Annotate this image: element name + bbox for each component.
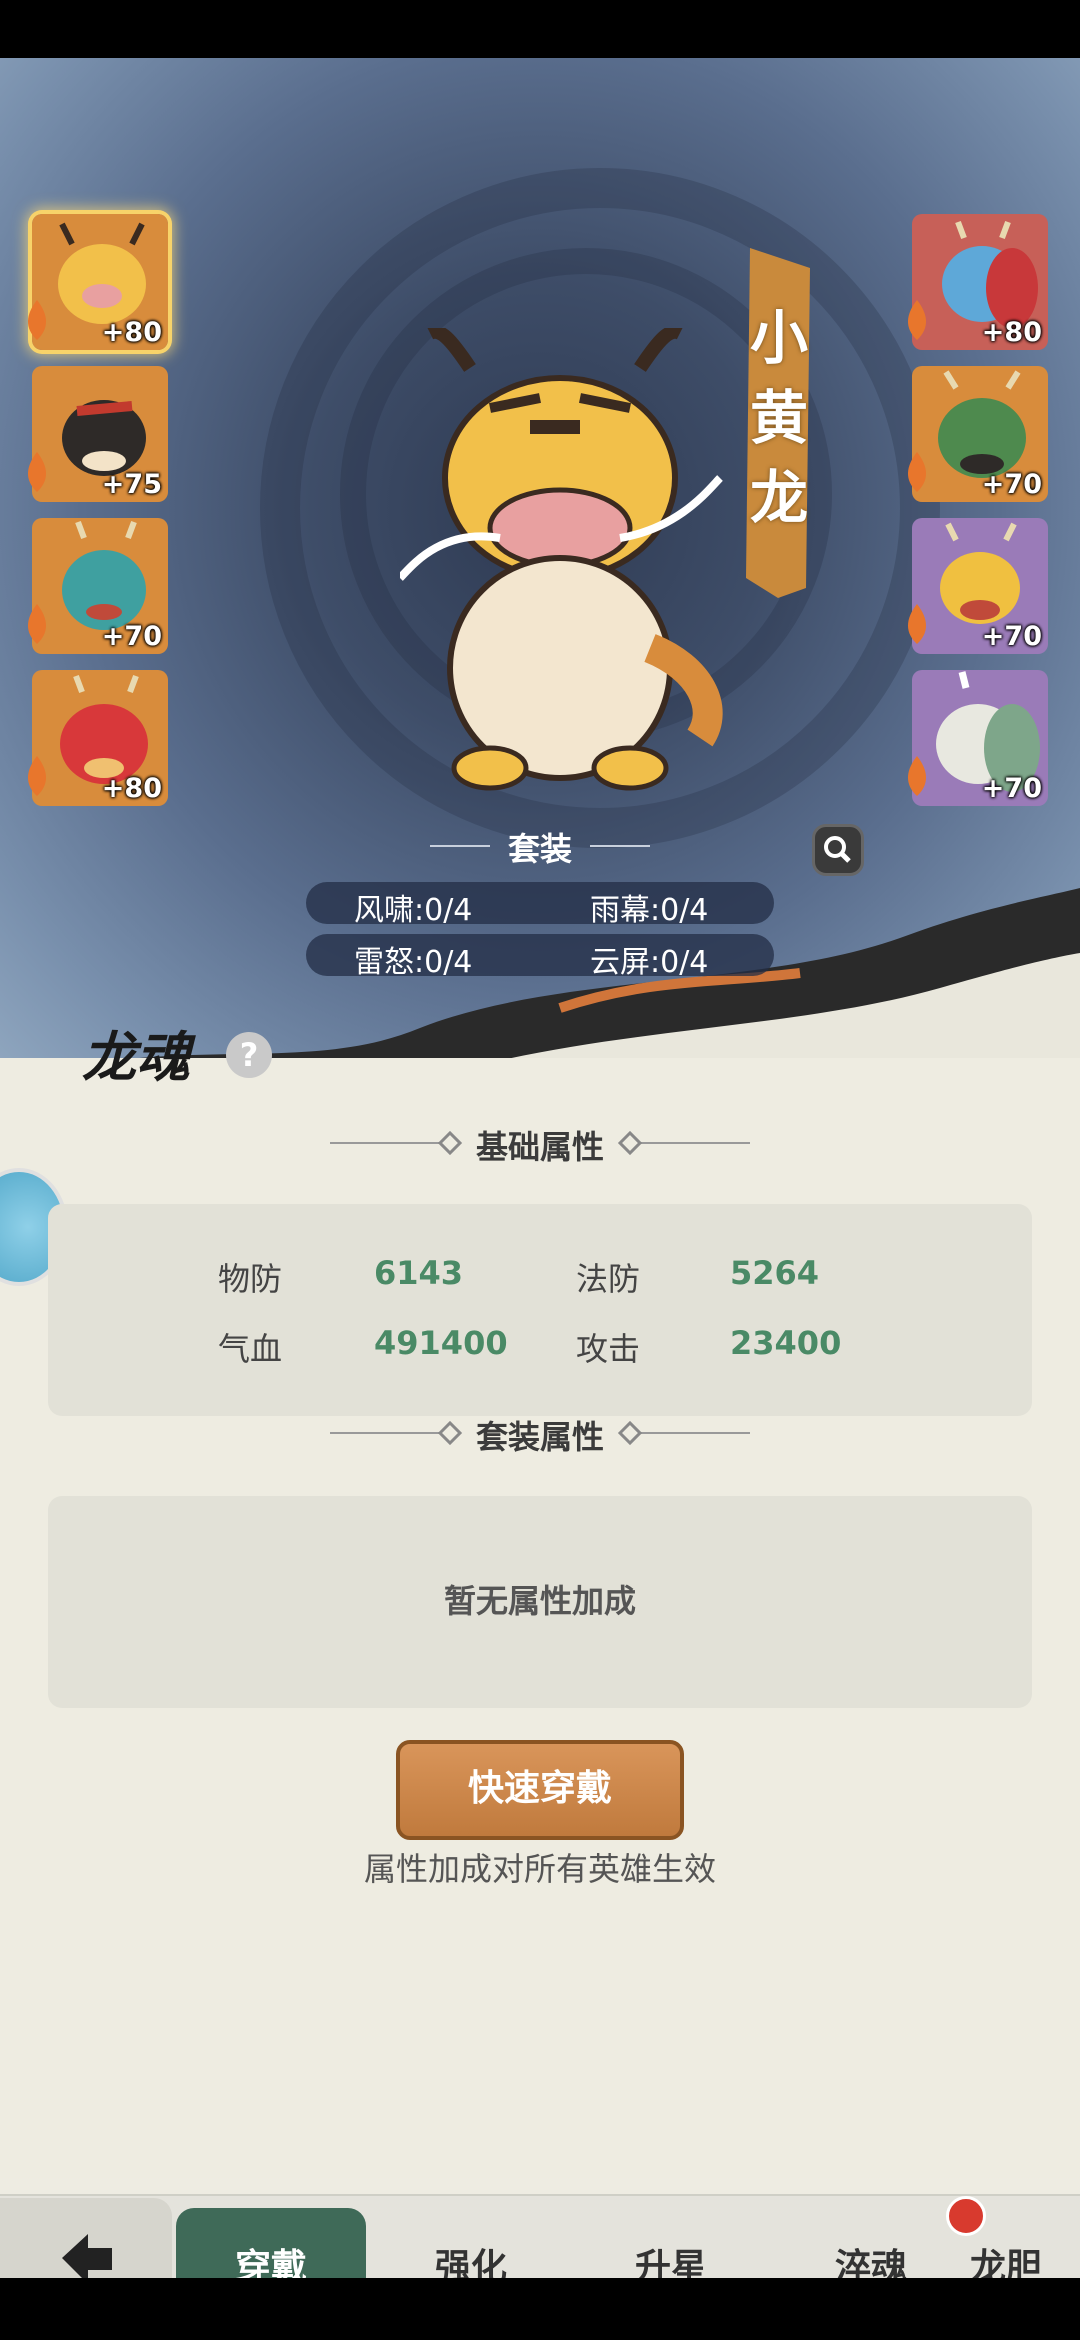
quick-equip-button[interactable]: 快速穿戴 <box>396 1740 684 1840</box>
mdef-value: 5264 <box>730 1254 820 1292</box>
dragon-soul-title: 龙魂 <box>82 1025 190 1089</box>
back-button[interactable] <box>0 2198 172 2278</box>
tab-equip[interactable]: 穿戴 <box>176 2208 366 2278</box>
set-yumu: 雨幕:0/4 <box>590 893 709 928</box>
slot-level: +70 <box>981 621 1042 652</box>
hero-dragon-character[interactable] <box>400 328 730 798</box>
tab-enhance[interactable]: 强化 <box>376 2208 566 2278</box>
soul-slot-6[interactable]: +70 <box>912 366 1048 502</box>
search-icon <box>824 836 851 863</box>
base-attr-title: 基础属性 <box>475 1128 604 1166</box>
slot-level: +75 <box>101 469 162 500</box>
set-attr-panel: 暂无属性加成 <box>48 1496 1032 1708</box>
soul-slot-8[interactable]: +70 <box>912 670 1048 806</box>
bonus-hint: 属性加成对所有英雄生效 <box>363 1850 716 1888</box>
set-leinu: 雷怒:0/4 <box>354 945 473 980</box>
base-attr-header: 基础属性 <box>330 1118 750 1168</box>
set-title: 套装 <box>507 830 572 868</box>
back-arrow-icon <box>62 2234 112 2278</box>
help-icon[interactable]: ? <box>226 1032 272 1078</box>
soul-slot-3[interactable]: +70 <box>32 518 168 654</box>
hp-label: 气血 <box>218 1330 283 1368</box>
set-progress-row-1: 风啸:0/4 雨幕:0/4 <box>306 882 774 928</box>
set-yunping: 云屏:0/4 <box>590 945 709 980</box>
flame-icon <box>907 756 927 796</box>
flame-icon <box>27 300 47 340</box>
tab-dragon-gall[interactable]: 龙胆 <box>970 2208 1080 2278</box>
soul-slot-5[interactable]: +80 <box>912 214 1048 350</box>
flame-icon <box>907 300 927 340</box>
soul-slot-2[interactable]: +75 <box>32 366 168 502</box>
soul-slot-7[interactable]: +70 <box>912 518 1048 654</box>
search-button[interactable] <box>812 824 864 876</box>
hp-value: 491400 <box>374 1324 508 1362</box>
set-fengxiao: 风啸:0/4 <box>354 893 473 928</box>
pdef-value: 6143 <box>374 1254 464 1292</box>
game-screen: +80 +75 +70 +80 +80 +70 +70 +70 小黄龙 套装 风… <box>0 58 1080 2278</box>
flame-icon <box>27 756 47 796</box>
hero-name: 小黄龙 <box>749 304 808 532</box>
base-attr-panel: 物防 6143 法防 5264 气血 491400 攻击 23400 <box>48 1204 1032 1416</box>
soul-slot-4[interactable]: +80 <box>32 670 168 806</box>
set-attr-title: 套装属性 <box>475 1418 604 1456</box>
no-bonus-note: 暂无属性加成 <box>443 1582 636 1620</box>
soul-slot-1[interactable]: +80 <box>32 214 168 350</box>
flame-icon <box>27 452 47 492</box>
mdef-label: 法防 <box>576 1260 641 1298</box>
set-progress-row-2: 雷怒:0/4 云屏:0/4 <box>306 934 774 980</box>
atk-label: 攻击 <box>576 1330 641 1368</box>
slot-level: +70 <box>981 773 1042 804</box>
flame-icon <box>27 604 47 644</box>
pdef-label: 物防 <box>218 1260 283 1298</box>
flame-icon <box>907 452 927 492</box>
slot-level: +80 <box>101 773 162 804</box>
slot-level: +80 <box>981 317 1042 348</box>
flame-icon <box>907 604 927 644</box>
tab-refine-soul[interactable]: 淬魂 <box>776 2208 966 2278</box>
notification-badge <box>946 2196 986 2236</box>
tab-star-up[interactable]: 升星 <box>576 2208 766 2278</box>
slot-level: +80 <box>101 317 162 348</box>
slot-level: +70 <box>981 469 1042 500</box>
atk-value: 23400 <box>730 1324 842 1362</box>
set-attr-header: 套装属性 <box>330 1408 750 1458</box>
slot-level: +70 <box>101 621 162 652</box>
